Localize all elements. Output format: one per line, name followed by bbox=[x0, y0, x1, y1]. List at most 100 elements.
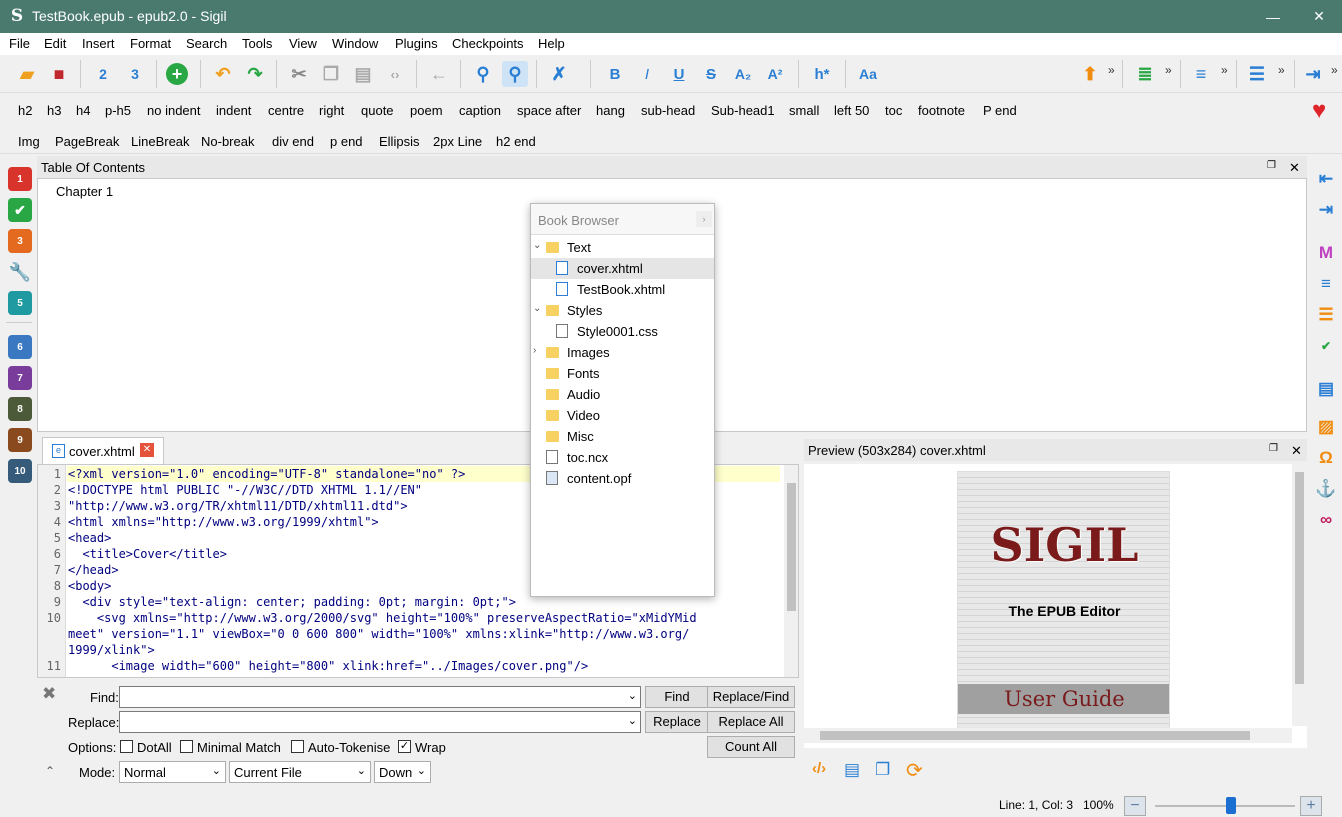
folder-item[interactable]: Fonts bbox=[531, 363, 714, 384]
meta-editor-icon[interactable]: M bbox=[1314, 241, 1338, 265]
menu-checkpoints[interactable]: Checkpoints bbox=[452, 36, 524, 51]
copy-icon[interactable]: ❐ bbox=[318, 61, 344, 87]
strikethrough-button[interactable]: S bbox=[698, 61, 724, 87]
zoom-slider[interactable] bbox=[1155, 805, 1295, 807]
anchor-icon[interactable]: ⚓ bbox=[1314, 477, 1338, 501]
menu-file[interactable]: File bbox=[9, 36, 30, 51]
direction-select[interactable]: Down ⌄ bbox=[374, 761, 431, 783]
clip-p-h5[interactable]: p-h5 bbox=[105, 103, 131, 118]
zoom-out-button[interactable]: − bbox=[1124, 796, 1146, 816]
paste-code-icon[interactable]: ‹› bbox=[382, 61, 408, 87]
plugin-8-icon[interactable]: 8 bbox=[8, 397, 32, 421]
bold-button[interactable]: B bbox=[602, 61, 628, 87]
cut-icon[interactable]: ✂ bbox=[286, 61, 312, 87]
preview-v-scrollbar[interactable] bbox=[1292, 464, 1307, 726]
wrap-checkbox[interactable]: ✓ bbox=[398, 740, 411, 753]
clip-p-end-2[interactable]: p end bbox=[330, 134, 363, 149]
case-button[interactable]: Aa bbox=[854, 61, 882, 87]
clip-left-50[interactable]: left 50 bbox=[834, 103, 869, 118]
copy-preview-icon[interactable]: ❐ bbox=[875, 760, 890, 780]
save-icon[interactable]: ■ bbox=[46, 61, 72, 87]
refresh-icon[interactable]: ⟳ bbox=[906, 758, 923, 783]
minimal-match-checkbox[interactable] bbox=[180, 740, 193, 753]
code-view-icon[interactable]: ‹/› bbox=[812, 760, 826, 777]
find-replace-icon[interactable]: ⚲ bbox=[502, 61, 528, 87]
close-window-button[interactable]: ✕ bbox=[1296, 0, 1342, 33]
clip-h2[interactable]: h2 bbox=[18, 103, 32, 118]
close-tab-icon[interactable]: ✕ bbox=[140, 443, 154, 457]
replace-input[interactable]: ⌄ bbox=[119, 711, 641, 733]
plugin-6-icon[interactable]: 6 bbox=[8, 335, 32, 359]
wrench-icon[interactable]: 🔧 bbox=[8, 260, 32, 284]
replace-button[interactable]: Replace bbox=[645, 711, 709, 733]
undo-icon[interactable]: ↶ bbox=[210, 61, 236, 87]
clip-indent[interactable]: indent bbox=[216, 103, 251, 118]
maximize-button[interactable] bbox=[1251, 0, 1297, 33]
plugin-10-icon[interactable]: 10 bbox=[8, 459, 32, 483]
editor-tab[interactable]: e cover.xhtml ✕ bbox=[42, 437, 164, 464]
clip-right[interactable]: right bbox=[319, 103, 344, 118]
menu-view[interactable]: View bbox=[289, 36, 317, 51]
insert-id-icon[interactable]: ≣ bbox=[1132, 61, 1158, 87]
editor-scrollbar[interactable] bbox=[784, 465, 798, 677]
open-folder-icon[interactable]: ▰ bbox=[14, 61, 40, 87]
toc-icon[interactable]: ≡ bbox=[1314, 272, 1338, 296]
clip-hang[interactable]: hang bbox=[596, 103, 625, 118]
menu-help[interactable]: Help bbox=[538, 36, 565, 51]
find-input[interactable]: ⌄ bbox=[119, 686, 641, 708]
close-find-icon[interactable]: ✖ bbox=[42, 684, 56, 704]
collapse-icon[interactable]: ⌃ bbox=[45, 764, 55, 778]
redo-icon[interactable]: ↷ bbox=[242, 61, 268, 87]
plugin-9-icon[interactable]: 9 bbox=[8, 428, 32, 452]
menu-search[interactable]: Search bbox=[186, 36, 227, 51]
menu-plugins[interactable]: Plugins bbox=[395, 36, 438, 51]
clip-div-end[interactable]: div end bbox=[272, 134, 314, 149]
clip-ellipsis[interactable]: Ellipsis bbox=[379, 134, 419, 149]
float-panel-icon[interactable]: ❐ bbox=[1267, 160, 1276, 171]
heart-icon[interactable]: ♥ bbox=[1312, 97, 1326, 125]
clip-img[interactable]: Img bbox=[18, 134, 40, 149]
plugin-5-icon[interactable]: 5 bbox=[8, 291, 32, 315]
clip-poem[interactable]: poem bbox=[410, 103, 443, 118]
chevron-right-icon[interactable]: › bbox=[533, 345, 536, 356]
menu-insert[interactable]: Insert bbox=[82, 36, 115, 51]
find-button[interactable]: Find bbox=[645, 686, 709, 708]
clip-h2-end[interactable]: h2 end bbox=[496, 134, 536, 149]
menu-edit[interactable]: Edit bbox=[44, 36, 66, 51]
clip-toc[interactable]: toc bbox=[885, 103, 902, 118]
find-icon[interactable]: ⚲ bbox=[470, 61, 496, 87]
float-preview-icon[interactable]: ❐ bbox=[1269, 443, 1278, 454]
paste-icon[interactable]: ▤ bbox=[350, 61, 376, 87]
file-item[interactable]: cover.xhtml bbox=[531, 258, 714, 279]
special-char-icon[interactable]: Ω bbox=[1314, 446, 1338, 470]
dotall-checkbox[interactable] bbox=[120, 740, 133, 753]
close-preview-icon[interactable]: ✕ bbox=[1291, 443, 1302, 459]
replace-all-button[interactable]: Replace All bbox=[707, 711, 795, 733]
file-item[interactable]: TestBook.xhtml bbox=[531, 279, 714, 300]
superscript-button[interactable]: A² bbox=[762, 61, 788, 87]
menu-tools[interactable]: Tools bbox=[242, 36, 272, 51]
folder-item[interactable]: ⌄ Text bbox=[531, 237, 714, 258]
folder-item[interactable]: Audio bbox=[531, 384, 714, 405]
italic-button[interactable]: I bbox=[634, 61, 660, 87]
scope-select[interactable]: Current File ⌄ bbox=[229, 761, 371, 783]
add-file-icon[interactable]: + bbox=[166, 63, 188, 85]
bullet-list-icon[interactable]: ☰ bbox=[1244, 61, 1270, 87]
file-item[interactable]: Style0001.css bbox=[531, 321, 714, 342]
check-icon[interactable]: ✔ bbox=[8, 198, 32, 222]
align-left-icon[interactable]: ≡ bbox=[1188, 61, 1214, 87]
indent-right-icon[interactable]: ⇥ bbox=[1314, 198, 1338, 222]
close-panel-icon[interactable]: ✕ bbox=[1289, 160, 1300, 176]
clip-linebreak[interactable]: LineBreak bbox=[131, 134, 190, 149]
clip-editor-icon[interactable]: ✗ bbox=[546, 61, 572, 87]
index-icon[interactable]: ☰ bbox=[1314, 303, 1338, 327]
heading-button[interactable]: h* bbox=[808, 61, 836, 87]
link-icon[interactable]: ∞ bbox=[1314, 508, 1338, 532]
zoom-in-button[interactable]: + bbox=[1300, 796, 1322, 816]
menu-window[interactable]: Window bbox=[332, 36, 378, 51]
replace-find-button[interactable]: Replace/Find bbox=[707, 686, 795, 708]
toc-item[interactable]: Chapter 1 bbox=[56, 184, 113, 199]
folder-item[interactable]: Misc bbox=[531, 426, 714, 447]
file-item[interactable]: content.opf bbox=[531, 468, 714, 489]
indent-icon[interactable]: ⇥ bbox=[1300, 61, 1326, 87]
